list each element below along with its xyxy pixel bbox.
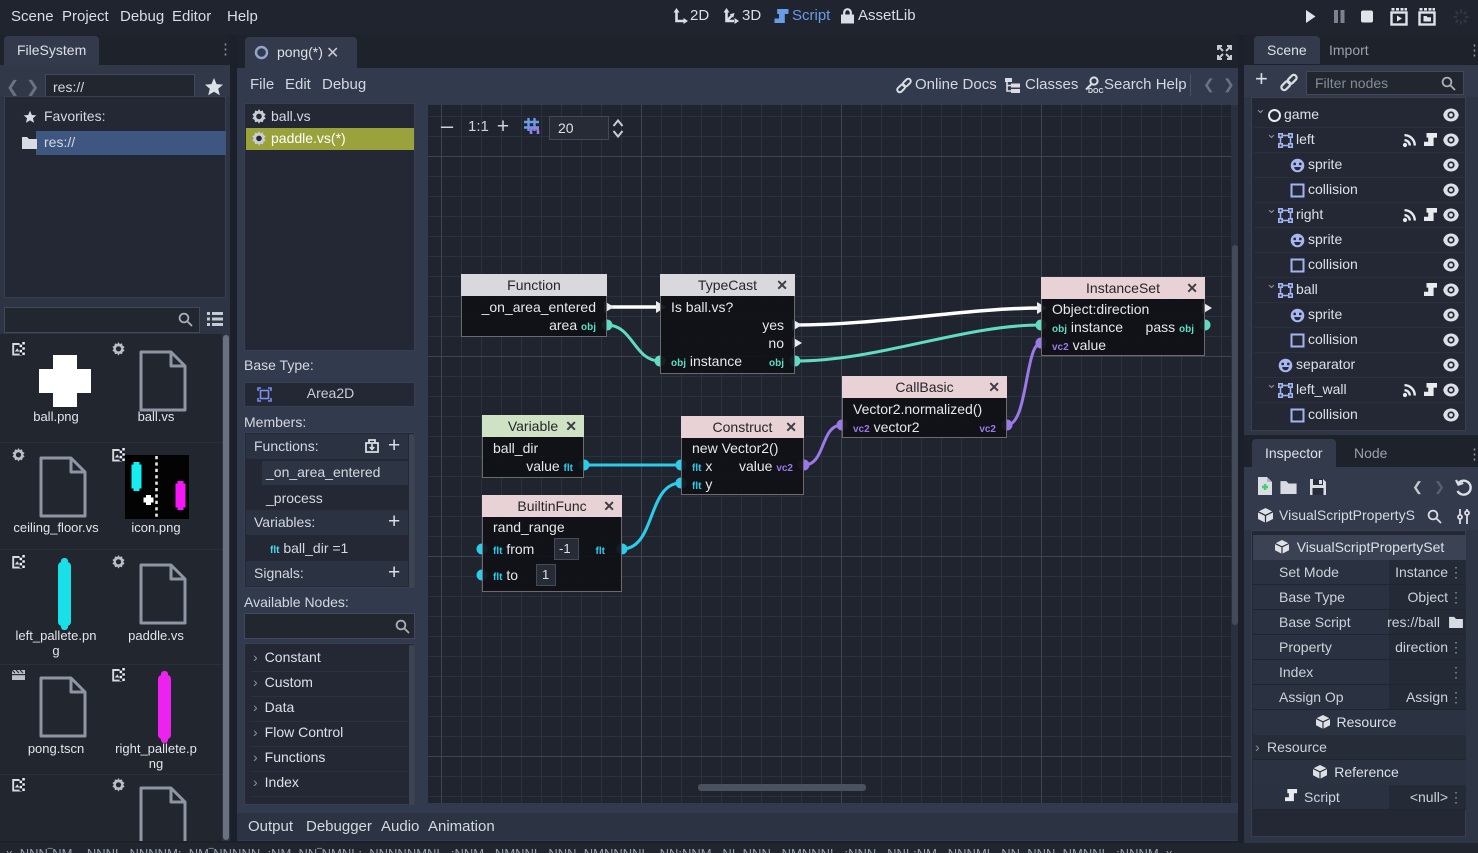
svg-text:DOC: DOC (1088, 88, 1104, 95)
